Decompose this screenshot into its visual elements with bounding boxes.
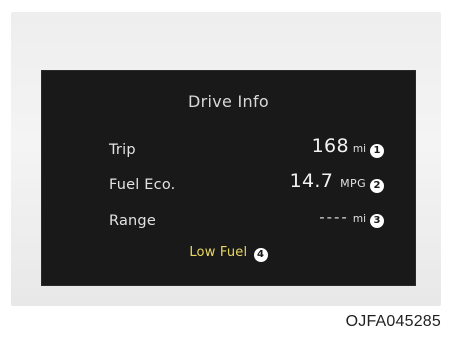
callout-badge-2: 2 <box>370 179 384 193</box>
fuel-economy-unit: MPG <box>340 177 366 190</box>
cluster-display-screen: Drive Info Trip 168 mi 1 Fuel Eco. 14.7 … <box>42 71 415 285</box>
fuel-economy-value: 14.7 <box>289 170 334 192</box>
trip-label: Trip <box>109 142 136 158</box>
fuel-economy-label: Fuel Eco. <box>109 177 176 193</box>
range-value-group: ---- mi 3 <box>319 208 384 228</box>
drive-info-title: Drive Info <box>187 92 270 111</box>
range-value: ---- <box>319 208 349 226</box>
callout-badge-1: 1 <box>370 144 384 158</box>
fuel-economy-value-group: 14.7 MPG 2 <box>289 170 384 193</box>
trip-unit: mi <box>352 143 366 155</box>
range-label: Range <box>109 213 156 229</box>
low-fuel-warning: Low Fuel 4 <box>42 245 415 262</box>
trip-value-group: 168 mi 1 <box>311 135 384 158</box>
figure-code: OJFA045285 <box>345 313 441 330</box>
callout-badge-4: 4 <box>253 248 268 262</box>
low-fuel-text: Low Fuel <box>189 245 248 260</box>
trip-value: 168 <box>311 135 349 157</box>
callout-badge-3: 3 <box>370 214 384 228</box>
range-unit: mi <box>352 213 366 225</box>
